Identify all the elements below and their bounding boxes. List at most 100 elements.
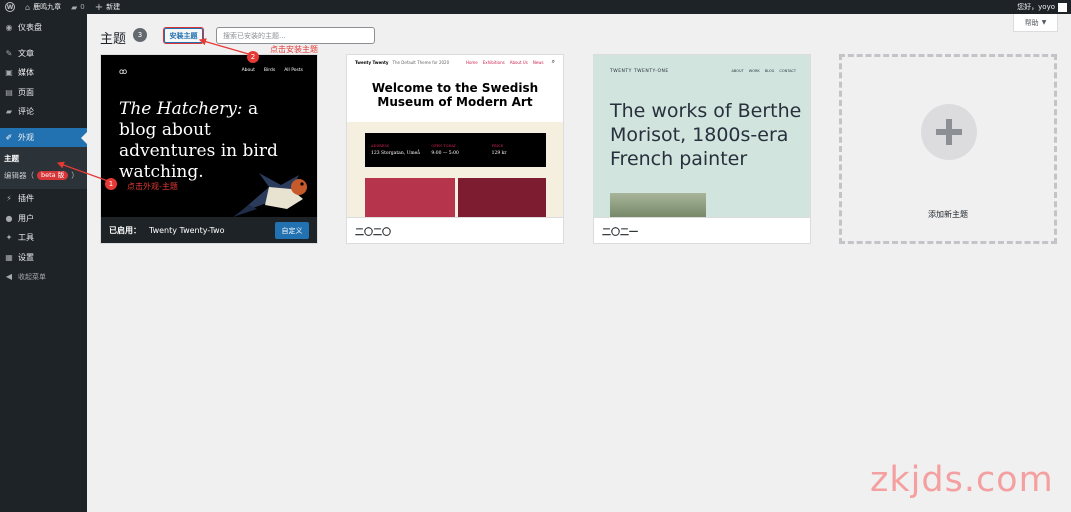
annotation-note-2: 点击安装主题 [270, 45, 318, 54]
sidebar-item-tools[interactable]: ✦ 工具 [0, 228, 87, 248]
active-label: 已启用： [109, 226, 141, 235]
plugin-icon: ⚡ [6, 194, 12, 204]
theme-card-footer: 二〇二〇 [347, 217, 563, 243]
account-menu[interactable]: 您好，yoyo [1017, 0, 1067, 14]
submenu-item-themes[interactable]: 主题 [0, 150, 87, 167]
beta-badge: beta 版 [37, 171, 69, 180]
preview-garden-photo [610, 193, 706, 217]
preview-nav-item: WORK [748, 69, 760, 73]
comments-link[interactable]: ▰ 0 [66, 0, 90, 14]
dashboard-icon: ◉ [5, 23, 13, 33]
sidebar-item-posts[interactable]: ✎ 文章 [0, 44, 87, 64]
annotation-marker-2: 2 [247, 51, 259, 63]
pin-icon: ✎ [5, 48, 13, 58]
preview-search-icon: ⌕ [551, 58, 555, 65]
sidebar-item-dashboard[interactable]: ◉ 仪表盘 [0, 18, 87, 38]
theme-card-footer: 已启用： Twenty Twenty-Two 自定义 [101, 217, 317, 243]
install-theme-button[interactable]: 安装主题 [163, 27, 204, 44]
preview-artwork-1 [365, 178, 455, 217]
customize-button[interactable]: 自定义 [275, 222, 309, 239]
sidebar-item-appearance[interactable]: ✐ 外观 [0, 127, 87, 147]
info-cell: ADDRESS 123 Storgatan, Umeå [365, 133, 425, 167]
theme-card-twenty-twenty-two[interactable]: ꝏ About Birds All Posts The Hatchery: a … [100, 54, 318, 244]
info-label: OPEN TODAY [431, 144, 456, 148]
admin-sidebar: ◉ 仪表盘 ✎ 文章 ▣ 媒体 ▤ 页面 ▰ 评论 ✐ 外观 主题 编辑器（ be… [0, 14, 87, 512]
preview-nav-item: All Posts [284, 68, 303, 73]
comments-count: 0 [80, 3, 85, 11]
preview-nav-item: ABOUT [731, 69, 744, 73]
site-name-link[interactable]: ⌂ 鹿鸣九章 [20, 0, 66, 14]
preview-nav-item: CONTACT [779, 69, 796, 73]
preview-nav-item: News [532, 59, 544, 65]
preview-site-name: TWENTY TWENTY-ONE [610, 69, 669, 74]
preview-hero-title: Welcome to the Swedish Museum of Modern … [371, 81, 539, 109]
annotation-note-1: 点击外观-主题 [127, 182, 178, 191]
submenu-editor-close: ） [71, 171, 79, 180]
caret-down-icon: ▼ [1041, 19, 1047, 26]
preview-nav-item: Birds [263, 68, 276, 73]
sidebar-item-label: 页面 [18, 87, 34, 97]
sidebar-item-label: 收起菜单 [18, 272, 46, 281]
info-cell: PRICE 129 kr [486, 133, 546, 167]
site-name-label: 鹿鸣九章 [33, 3, 62, 11]
wordpress-logo-icon: W [5, 2, 15, 12]
info-cell: OPEN TODAY 9:00 — 5:00 [425, 133, 485, 167]
info-value: 9:00 — 5:00 [431, 151, 459, 156]
sidebar-item-media[interactable]: ▣ 媒体 [0, 63, 87, 83]
submenu-themes-label: 主题 [4, 154, 19, 163]
theme-card-twenty-twenty-one[interactable]: TWENTY TWENTY-ONE ABOUT WORK BLOG CONTAC… [593, 54, 811, 244]
comment-icon: ▰ [5, 107, 13, 117]
sidebar-item-settings[interactable]: ▦ 设置 [0, 248, 87, 268]
page-title: 主题 [100, 32, 127, 47]
theme-card-twenty-twenty[interactable]: Twenty Twenty The Default Theme for 2020… [346, 54, 564, 244]
preview-lower-section: ADDRESS 123 Storgatan, Umeå OPEN TODAY 9:0… [347, 122, 563, 217]
sidebar-item-label: 外观 [18, 132, 34, 142]
theme-name: 二〇二〇 [355, 227, 392, 238]
appearance-submenu: 主题 编辑器（ beta 版） [0, 147, 87, 189]
help-label: 帮助 [1024, 18, 1039, 27]
sidebar-item-users[interactable]: ● 用户 [0, 209, 87, 229]
preview-info-bar: ADDRESS 123 Storgatan, Umeå OPEN TODAY 9:0… [365, 133, 546, 167]
page-icon: ▤ [5, 87, 13, 97]
preview-desc: The Default Theme for 2020 [392, 59, 450, 65]
wordpress-logo-button[interactable]: W [0, 0, 20, 14]
preview-nav-item: About Us [509, 59, 528, 65]
preview-hero-title: The works of Berthe Morisot, 1800s-era F… [610, 100, 802, 170]
preview-nav: ABOUT WORK BLOG CONTACT [732, 69, 796, 73]
sidebar-item-comments[interactable]: ▰ 评论 [0, 102, 87, 122]
media-icon: ▣ [5, 68, 13, 78]
annotation-marker-1: 1 [105, 178, 117, 190]
sidebar-item-pages[interactable]: ▤ 页面 [0, 83, 87, 103]
sidebar-item-label: 设置 [18, 252, 34, 262]
greeting-text: 您好，yoyo [1017, 3, 1055, 11]
sidebar-item-label: 工具 [18, 233, 34, 243]
sidebar-item-label: 评论 [18, 107, 34, 117]
preview-artwork-2 [458, 178, 546, 217]
plus-icon [921, 104, 977, 160]
sidebar-item-plugins[interactable]: ⚡ 插件 [0, 189, 87, 209]
add-new-theme-card[interactable]: 添加新主题 [839, 54, 1057, 244]
theme-screenshot: TWENTY TWENTY-ONE ABOUT WORK BLOG CONTAC… [594, 55, 810, 217]
collapse-icon: ◀ [5, 272, 13, 282]
preview-nav-item: Exhibitions [482, 59, 505, 65]
theme-logo: ꝏ [119, 67, 128, 76]
home-icon: ⌂ [25, 2, 31, 12]
info-label: ADDRESS [371, 144, 390, 148]
admin-bar: W ⌂ 鹿鸣九章 ▰ 0 + 新建 您好，yoyo [0, 0, 1071, 14]
sidebar-item-label: 仪表盘 [18, 23, 42, 33]
sidebar-collapse-menu[interactable]: ◀ 收起菜单 [0, 267, 87, 287]
plus-icon: + [94, 1, 104, 13]
search-installed-themes-input[interactable] [216, 27, 375, 44]
comment-bubble-icon: ▰ [71, 2, 78, 12]
new-content-link[interactable]: + 新建 [90, 0, 125, 14]
settings-icon: ▦ [5, 252, 13, 262]
sidebar-item-label: 文章 [18, 48, 34, 58]
sidebar-item-label: 媒体 [18, 68, 34, 78]
info-label: PRICE [491, 144, 504, 148]
theme-screenshot: Twenty Twenty The Default Theme for 2020… [347, 55, 563, 217]
add-new-theme-label: 添加新主题 [928, 210, 968, 219]
help-tab-button[interactable]: 帮助 ▼ [1013, 14, 1058, 32]
theme-screenshot: ꝏ About Birds All Posts The Hatchery: a … [101, 55, 317, 217]
info-value: 123 Storgatan, Umeå [371, 151, 420, 156]
submenu-item-editor[interactable]: 编辑器（ beta 版） [0, 167, 87, 184]
